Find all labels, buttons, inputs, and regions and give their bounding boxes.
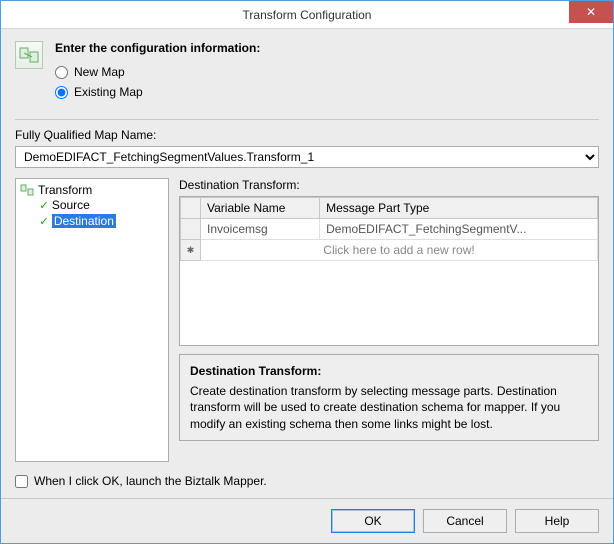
radio-existing-map[interactable] — [55, 86, 68, 99]
cancel-button[interactable]: Cancel — [423, 509, 507, 533]
destination-transform-label: Destination Transform: — [179, 178, 599, 192]
tree-root[interactable]: Transform — [20, 183, 164, 197]
right-panel: Destination Transform: Variable Name Mes… — [179, 178, 599, 462]
tree-item-source[interactable]: ✓ Source — [38, 197, 164, 213]
transform-node-icon — [20, 183, 34, 197]
launch-mapper-label: When I click OK, launch the Biztalk Mapp… — [34, 474, 267, 488]
description-body: Create destination transform by selectin… — [190, 383, 588, 432]
grid-empty-area — [180, 261, 598, 345]
cell-type[interactable]: DemoEDIFACT_FetchingSegmentV... — [320, 219, 598, 240]
window-title: Transform Configuration — [1, 8, 613, 22]
button-bar: OK Cancel Help — [1, 498, 613, 543]
description-heading: Destination Transform: — [190, 363, 588, 379]
cell-variable[interactable]: Invoicemsg — [201, 219, 320, 240]
config-info: Enter the configuration information: New… — [55, 41, 599, 105]
tree-root-label: Transform — [38, 183, 92, 197]
add-row-placeholder[interactable]: Click here to add a new row! — [201, 240, 598, 261]
config-type-section: Enter the configuration information: New… — [15, 41, 599, 105]
table-row[interactable]: Invoicemsg DemoEDIFACT_FetchingSegmentV.… — [181, 219, 598, 240]
table-new-row[interactable]: ✱ Click here to add a new row! — [181, 240, 598, 261]
launch-mapper-checkbox[interactable] — [15, 475, 28, 488]
map-name-label: Fully Qualified Map Name: — [15, 128, 599, 142]
dialog-window: Transform Configuration ✕ Enter the conf… — [0, 0, 614, 544]
radio-new-map[interactable] — [55, 66, 68, 79]
radio-existing-map-row[interactable]: Existing Map — [55, 85, 599, 99]
titlebar: Transform Configuration ✕ — [1, 1, 613, 29]
transform-icon — [15, 41, 43, 69]
tree-item-label: Source — [52, 198, 90, 212]
tree-children: ✓ Source ✓ Destination — [38, 197, 164, 229]
tree-panel[interactable]: Transform ✓ Source ✓ Destination — [15, 178, 169, 462]
ok-button[interactable]: OK — [331, 509, 415, 533]
content-area: Enter the configuration information: New… — [1, 29, 613, 498]
destination-grid[interactable]: Variable Name Message Part Type Invoicem… — [179, 196, 599, 346]
launch-mapper-row[interactable]: When I click OK, launch the Biztalk Mapp… — [15, 474, 599, 488]
new-row-star: ✱ — [181, 240, 201, 261]
row-header[interactable] — [181, 219, 201, 240]
help-button[interactable]: Help — [515, 509, 599, 533]
divider — [15, 119, 599, 120]
grid-table: Variable Name Message Part Type Invoicem… — [180, 197, 598, 261]
config-prompt: Enter the configuration information: — [55, 41, 599, 55]
check-icon: ✓ — [40, 215, 48, 228]
grid-col-type[interactable]: Message Part Type — [320, 198, 598, 219]
map-name-select[interactable]: DemoEDIFACT_FetchingSegmentValues.Transf… — [15, 146, 599, 168]
radio-new-map-row[interactable]: New Map — [55, 65, 599, 79]
radio-new-map-label: New Map — [74, 65, 125, 79]
mid-section: Transform ✓ Source ✓ Destination Destina… — [15, 178, 599, 462]
close-button[interactable]: ✕ — [569, 1, 613, 23]
grid-col-variable[interactable]: Variable Name — [201, 198, 320, 219]
tree-item-label: Destination — [52, 214, 116, 228]
radio-existing-map-label: Existing Map — [74, 85, 143, 99]
check-icon: ✓ — [40, 199, 48, 212]
description-box: Destination Transform: Create destinatio… — [179, 354, 599, 441]
tree-item-destination[interactable]: ✓ Destination — [38, 213, 164, 229]
grid-corner — [181, 198, 201, 219]
close-icon: ✕ — [586, 5, 596, 19]
